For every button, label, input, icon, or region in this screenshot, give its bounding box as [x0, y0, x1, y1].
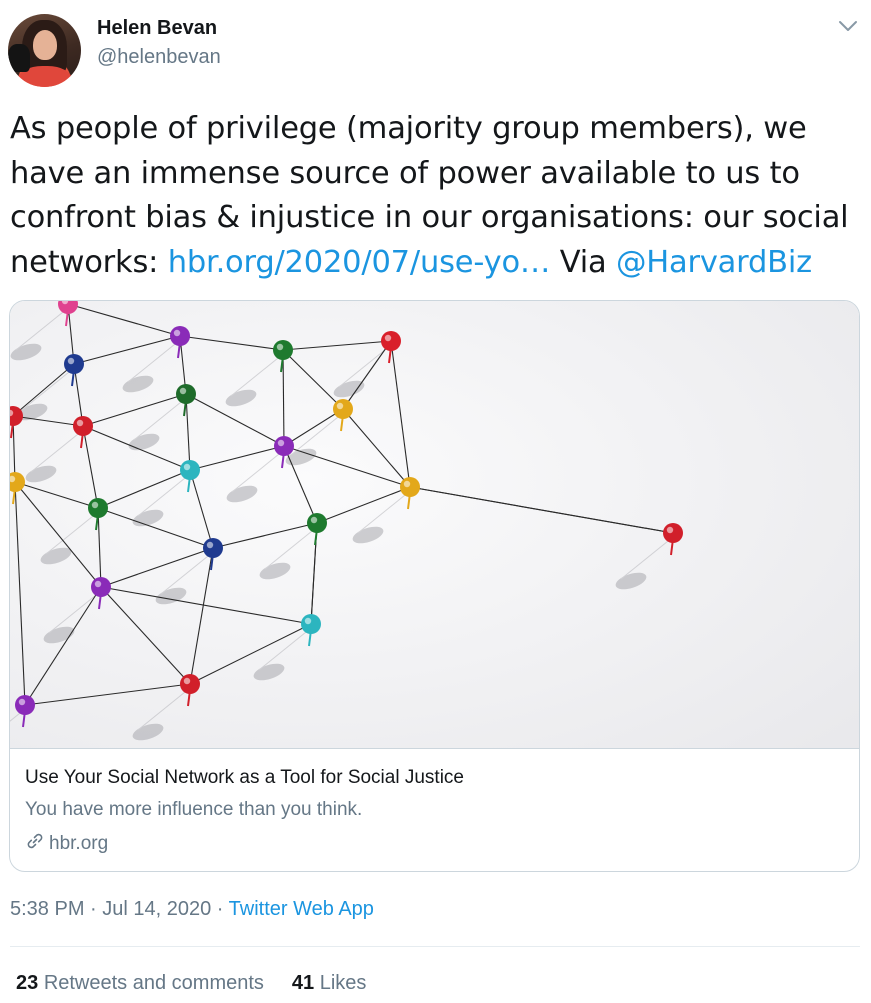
tweet-text-line: confront bias & injustice in our organis…: [10, 200, 849, 235]
mention-link[interactable]: @HarvardBiz: [616, 245, 812, 280]
tweet-time[interactable]: 5:38 PM: [10, 898, 84, 920]
tweet-text-prefix: networks:: [10, 244, 168, 280]
tweet-stats: 23 Retweets and comments 41 Likes: [16, 972, 366, 995]
card-domain-text: hbr.org: [49, 833, 109, 854]
divider: [10, 946, 860, 947]
tweet: Helen Bevan @helenbevan As people of pri…: [0, 0, 871, 1003]
avatar[interactable]: [8, 14, 81, 87]
link-card[interactable]: Use Your Social Network as a Tool for So…: [9, 300, 860, 872]
tweet-text-line: As people of privilege (majority group m…: [10, 111, 807, 146]
card-domain: hbr.org: [25, 831, 108, 857]
retweets-count: 23: [16, 972, 39, 994]
tweet-text-line: have an immense source of power availabl…: [10, 155, 800, 191]
tweet-meta: 5:38 PM · Jul 14, 2020 · Twitter Web App: [10, 898, 374, 921]
retweets-stat[interactable]: 23 Retweets and comments: [16, 972, 264, 994]
tweet-date[interactable]: Jul 14, 2020: [102, 898, 211, 920]
chevron-down-icon[interactable]: [836, 14, 860, 38]
likes-count: 41: [291, 972, 315, 994]
retweets-label: Retweets and comments: [43, 972, 264, 994]
tweet-link[interactable]: hbr.org/2020/07/use-yo…: [168, 245, 551, 280]
card-body: Use Your Social Network as a Tool for So…: [10, 748, 859, 871]
card-title: Use Your Social Network as a Tool for So…: [25, 767, 464, 788]
author-name[interactable]: Helen Bevan: [97, 17, 217, 40]
meta-separator: ·: [211, 898, 229, 920]
meta-separator: ·: [84, 898, 103, 920]
via-text: Via: [550, 244, 616, 280]
tweet-source[interactable]: Twitter Web App: [229, 898, 374, 920]
likes-stat[interactable]: 41 Likes: [292, 972, 367, 994]
card-description: You have more influence than you think.: [25, 799, 363, 820]
card-image: [10, 301, 859, 748]
author-handle[interactable]: @helenbevan: [97, 46, 221, 69]
likes-label: Likes: [319, 972, 367, 994]
tweet-text: As people of privilege (majority group m…: [10, 107, 865, 285]
tweet-text-line: networks: hbr.org/2020/07/use-yo… Via @H…: [10, 241, 865, 286]
link-icon: [25, 831, 49, 857]
